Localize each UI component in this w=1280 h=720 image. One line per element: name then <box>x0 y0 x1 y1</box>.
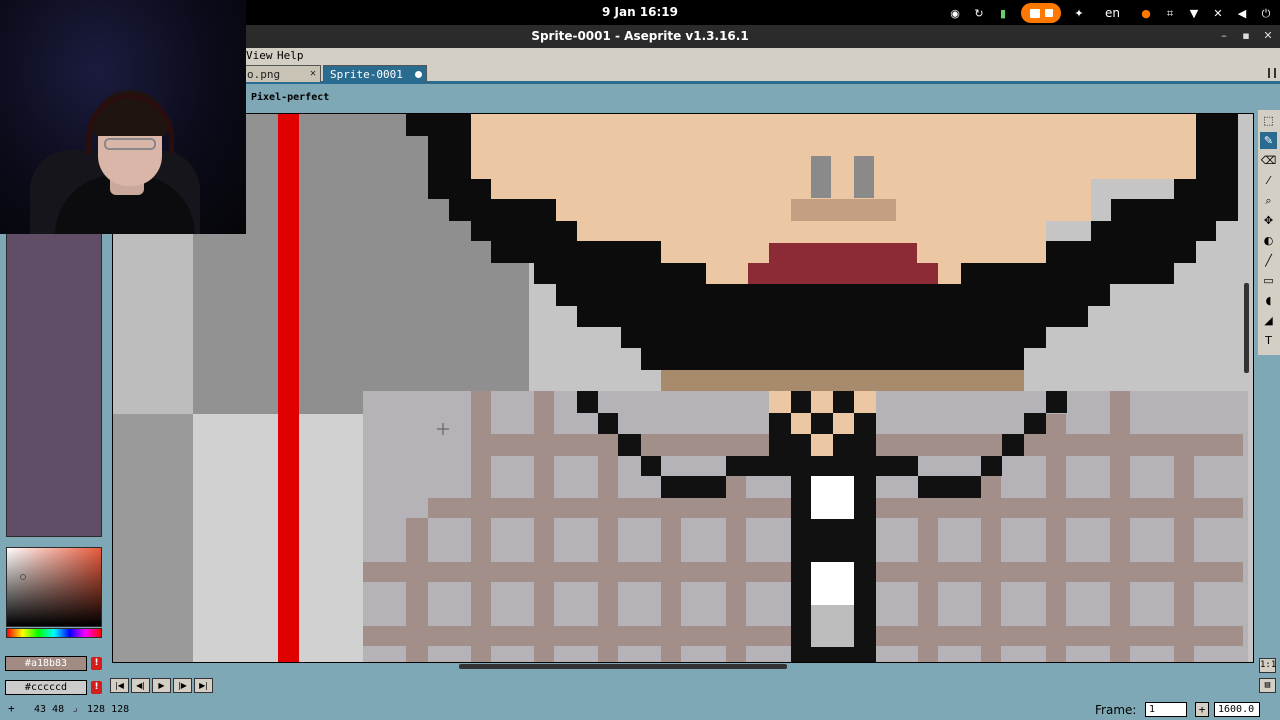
nose-left <box>811 156 831 198</box>
zoom-icon[interactable]: ⌕ <box>1260 192 1277 209</box>
first-frame-icon[interactable]: |◀ <box>110 678 129 693</box>
size-icon: ⌟ <box>72 703 79 714</box>
line-icon[interactable]: ╱ <box>1260 252 1277 269</box>
blur-icon[interactable]: ◖ <box>1260 292 1277 309</box>
steam-icon[interactable]: ◉ <box>949 7 961 19</box>
unsaved-dot-icon[interactable] <box>415 71 422 78</box>
pencil-icon[interactable]: ✎ <box>1260 132 1277 149</box>
eraser-icon[interactable]: ⌫ <box>1260 152 1277 169</box>
marquee-icon[interactable]: ⬚ <box>1260 112 1277 129</box>
shirt-button-2 <box>811 562 854 605</box>
mouth-top <box>769 243 917 263</box>
cursor-position: 43 48 <box>34 704 65 715</box>
tab-label: Sprite-0001 <box>330 68 403 81</box>
sprite-canvas[interactable] <box>112 113 1254 663</box>
network-icon[interactable]: ⌗ <box>1164 7 1176 19</box>
red-stripe <box>278 114 299 662</box>
shirt-button-1 <box>811 476 854 519</box>
bg-left-lower <box>113 414 193 662</box>
animation-controls: |◀ ◀| ▶ |▶ ▶| <box>110 678 213 694</box>
text-icon[interactable]: T <box>1260 332 1277 349</box>
minimize-icon[interactable]: – <box>1217 29 1231 43</box>
new-frame-icon[interactable]: + <box>1195 702 1209 717</box>
nose-shadow <box>791 199 896 221</box>
color-spectrum[interactable] <box>6 547 102 627</box>
power-icon[interactable]: ⏻ <box>1260 7 1272 19</box>
frame-label: Frame: <box>1095 703 1137 717</box>
microphone-icon[interactable]: ● <box>1140 7 1152 19</box>
eyedropper-icon[interactable]: ⁄ <box>1260 172 1277 189</box>
next-frame-icon[interactable]: |▶ <box>173 678 192 693</box>
foreground-color-button[interactable]: #a18b83 <box>5 656 87 671</box>
nose-right <box>854 156 874 198</box>
frame-input[interactable]: 1 <box>1145 702 1187 717</box>
volume-icon[interactable]: ◀ <box>1236 7 1248 19</box>
close-tab-icon[interactable]: ✕ <box>310 68 316 79</box>
pixel-perfect-option[interactable]: Pixel-perfect <box>251 92 329 103</box>
language-indicator[interactable]: en <box>1097 7 1128 19</box>
play-icon[interactable]: ▶ <box>152 678 171 693</box>
fill-icon[interactable]: ◐ <box>1260 232 1277 249</box>
last-frame-icon[interactable]: ▶| <box>194 678 213 693</box>
zoom-input[interactable]: 1600.0 <box>1214 702 1260 717</box>
crosshair-icon: + <box>8 702 15 715</box>
notifications-off-icon[interactable]: ✕ <box>1212 7 1224 19</box>
webcam-glasses <box>104 138 156 150</box>
move-icon[interactable]: ✥ <box>1260 212 1277 229</box>
wifi-icon[interactable]: ▼ <box>1188 7 1200 19</box>
vertical-scrollbar[interactable] <box>1244 283 1249 373</box>
close-icon[interactable]: ✕ <box>1261 29 1275 43</box>
menu-help[interactable]: Help <box>277 49 304 62</box>
webcam-overlay <box>0 0 246 234</box>
accessibility-icon[interactable]: ✦ <box>1073 7 1085 19</box>
status-bar: + 43 48 ⌟ 128 128 Frame: 1 + 1600.0 <box>0 700 1280 720</box>
one-to-one-button[interactable]: 1:1 <box>1259 658 1276 673</box>
previous-frame-icon[interactable]: ◀| <box>131 678 150 693</box>
maximize-icon[interactable]: ▪ <box>1239 29 1253 43</box>
sprite-size: 128 128 <box>87 704 130 715</box>
tab-sprite-0001[interactable]: Sprite-0001 <box>323 65 427 82</box>
neck <box>661 370 1024 391</box>
tool-bar: ⬚ ✎ ⌫ ⁄ ⌕ ✥ ◐ ╱ ▭ ◖ ◢ T <box>1258 110 1280 355</box>
shirt-button-3 <box>811 605 854 647</box>
horizontal-scrollbar[interactable] <box>459 664 787 669</box>
background-color-button[interactable]: #cccccd <box>5 680 87 695</box>
smudge-icon[interactable]: ◢ <box>1260 312 1277 329</box>
hue-slider[interactable] <box>6 628 102 638</box>
sprite-pixel-art[interactable] <box>113 114 1254 663</box>
spectrum-picker-dot[interactable] <box>20 574 26 580</box>
foreground-warning-icon[interactable]: ! <box>91 657 102 670</box>
mouth-bottom <box>748 263 938 284</box>
screencast-icon[interactable] <box>1021 3 1061 23</box>
tab-png-file[interactable]: o.png ✕ <box>240 65 321 82</box>
timeline-toggle-icon[interactable]: ▤ <box>1259 678 1276 693</box>
menu-view[interactable]: View <box>246 49 273 62</box>
update-icon[interactable]: ↻ <box>973 7 985 19</box>
system-tray: ◉ ↻ ▮ ✦ en ● ⌗ ▼ ✕ ◀ ⏻ <box>949 3 1272 23</box>
background-warning-icon[interactable]: ! <box>91 681 102 694</box>
lock-icon[interactable]: ▮ <box>997 7 1009 19</box>
rectangle-icon[interactable]: ▭ <box>1260 272 1277 289</box>
tabs-menu-icon[interactable] <box>1268 68 1276 78</box>
tab-label: o.png <box>247 68 281 81</box>
